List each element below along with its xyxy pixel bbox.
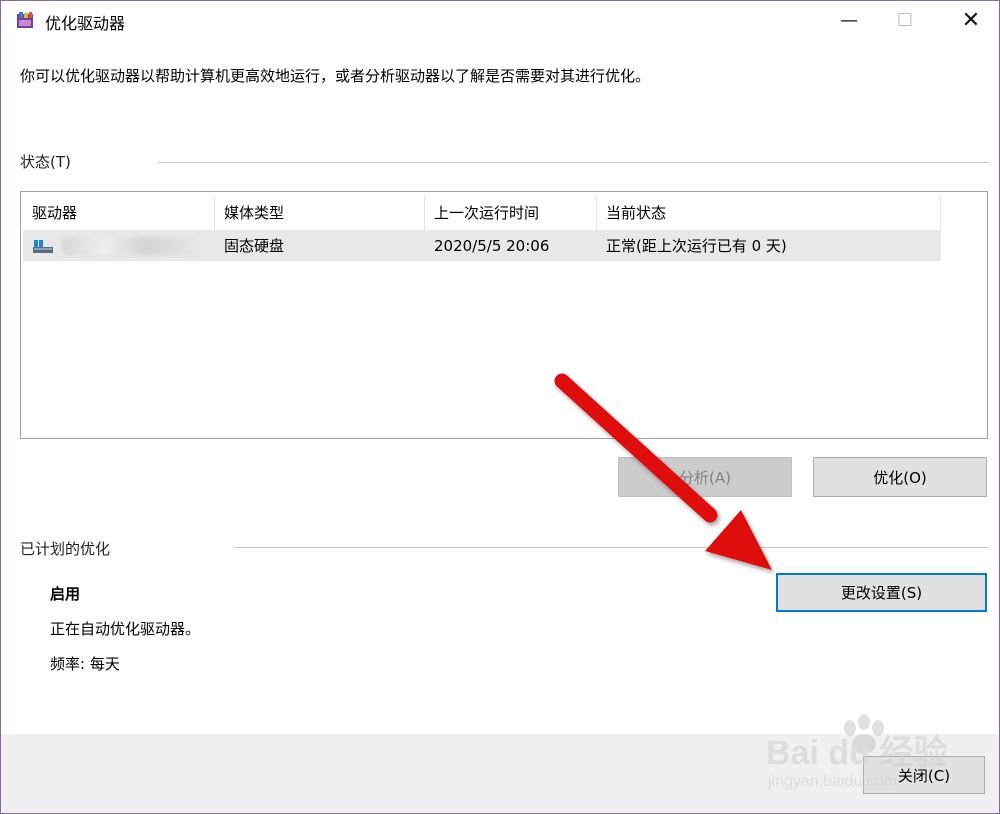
drive-row[interactable]: 固态硬盘 2020/5/5 20:06 正常(距上次运行已有 0 天) (23, 231, 941, 261)
schedule-state-label: 启用 (50, 585, 81, 603)
schedule-frequency-text: 频率: 每天 (50, 655, 120, 673)
scheduled-group-label: 已计划的优化 (20, 540, 111, 558)
analyze-button[interactable]: 分析(A) (618, 457, 792, 497)
drive-icon (33, 240, 53, 253)
current-status-cell: 正常(距上次运行已有 0 天) (606, 237, 787, 255)
column-header-drive[interactable]: 驱动器 (23, 196, 215, 230)
window-title: 优化驱动器 (45, 14, 126, 33)
schedule-detail-text: 正在自动优化驱动器。 (50, 620, 201, 638)
column-header-last-run[interactable]: 上一次运行时间 (425, 196, 597, 230)
media-type-cell: 固态硬盘 (224, 237, 285, 255)
dialog-footer: 关闭(C) (1, 734, 999, 813)
optimize-button[interactable]: 优化(O) (813, 457, 987, 497)
status-group-label: 状态(T) (20, 153, 71, 171)
drive-name-redacted (62, 237, 202, 255)
close-window-button[interactable]: ✕ (943, 1, 999, 39)
change-settings-button[interactable]: 更改设置(S) (776, 573, 987, 612)
column-header-current-status[interactable]: 当前状态 (597, 196, 941, 230)
last-run-cell: 2020/5/5 20:06 (434, 237, 550, 255)
defrag-app-icon (17, 12, 33, 28)
drives-list-header: 驱动器 媒体类型 上一次运行时间 当前状态 (23, 196, 941, 231)
column-header-media-type[interactable]: 媒体类型 (215, 196, 425, 230)
close-button[interactable]: 关闭(C) (863, 756, 985, 794)
status-group-divider (158, 162, 989, 163)
drive-cell (23, 231, 215, 261)
title-bar: 优化驱动器 — ☐ ✕ (1, 1, 999, 39)
scheduled-group-divider (234, 547, 989, 548)
optimize-drives-window: 优化驱动器 — ☐ ✕ 你可以优化驱动器以帮助计算机更高效地运行，或者分析驱动器… (0, 0, 1000, 814)
drives-list[interactable]: 驱动器 媒体类型 上一次运行时间 当前状态 固态硬盘 2020/5/5 20:0… (20, 191, 988, 439)
minimize-button[interactable]: — (821, 1, 877, 39)
description-text: 你可以优化驱动器以帮助计算机更高效地运行，或者分析驱动器以了解是否需要对其进行优… (20, 67, 651, 85)
maximize-button[interactable]: ☐ (877, 1, 933, 39)
